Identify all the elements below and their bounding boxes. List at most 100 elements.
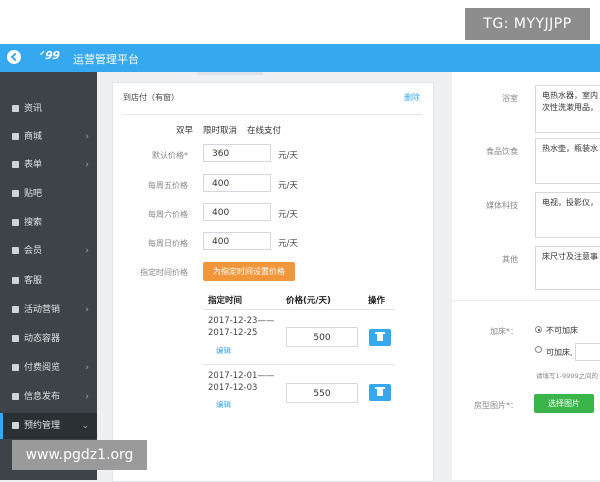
chevron-down-icon: ⌄ [81,421,89,431]
sidebar-item-search[interactable]: 搜索 [0,210,97,236]
table-header-action: 操作 [368,296,386,306]
watermark-top: TG: MYYJJPP [465,8,590,40]
field-label-media: 媒体科技 [486,201,518,210]
unit-label: 元/天 [278,210,298,220]
row-date-start: 2017-12-23—— [208,316,275,326]
row-price-input[interactable]: 550 [286,383,358,403]
sidebar-item-label: 付费阅览 [24,363,61,373]
field-label-extra-bed: 加床*： [490,327,518,336]
field-label-friday-price: 每周五价格 [148,181,188,190]
table-header-price: 价格(元/天) [286,296,331,306]
row-date-start: 2017-12-01—— [208,371,275,381]
other-textarea[interactable]: 床尺寸及注意事 [535,246,600,290]
field-label-bathroom: 浴室 [502,94,518,103]
app-title: 运营管理平台 [73,53,139,66]
edit-icon [12,422,19,429]
media-textarea[interactable]: 电视，投影仪， [535,192,600,238]
sidebar-item-label: 搜索 [24,218,43,228]
sidebar-item-publish[interactable]: 信息发布 › [0,384,97,410]
megaphone-icon [12,190,19,197]
radio-label-no-extra-bed: 不可加床 [546,326,578,335]
sidebar-item-label: 商城 [24,132,43,142]
chevron-right-icon: › [85,363,89,373]
option-breakfast: 双早 [176,126,194,136]
app-header: ᐟ𝟵𝟵 运营管理平台 [0,44,600,72]
card-tab-indicator [197,72,263,75]
field-label-room-image: 房型图片*： [474,401,518,410]
sidebar-item-paid-reading[interactable]: 付费阅览 › [0,355,97,381]
trash-icon[interactable] [369,329,391,346]
list-icon [12,105,19,112]
sidebar-item-forum[interactable]: 贴吧 [0,181,97,207]
trash-icon[interactable] [369,384,391,401]
row-price-input[interactable]: 500 [286,327,358,347]
default-price-input[interactable]: 360 [203,144,271,162]
unit-label: 元/天 [278,181,298,191]
edit-link[interactable]: 编辑 [216,345,231,356]
delete-link[interactable]: 删除 [404,92,420,103]
chevron-right-icon: › [85,246,89,256]
friday-price-input[interactable]: 400 [203,174,271,192]
textarea-line: 次性洗漱用品， [542,103,598,112]
textarea-line: 床尺寸及注意事 [542,252,598,261]
saturday-price-input[interactable]: 400 [203,203,271,221]
field-label-food: 食品饮食 [486,147,518,156]
divider [123,114,423,115]
edit-link[interactable]: 编辑 [216,399,231,410]
chevron-right-icon: › [85,305,89,315]
sidebar-item-label: 活动营销 [24,305,61,315]
sidebar-item-support[interactable]: 客服 [0,268,97,294]
card-title: 到店付（有窗） [123,93,179,102]
price-card [112,82,434,482]
sidebar-item-booking[interactable]: 预约管理 ⌄ [0,413,97,439]
sidebar-item-label: 资讯 [24,104,43,114]
edit-icon [12,393,19,400]
textarea-line: 电热水器，室内 [542,91,598,100]
sidebar: 资讯 商城 › 表单 › 贴吧 搜索 会员 › 客服 活动营销 › 动态容器 付费阅览 ›… [0,72,97,480]
watermark-bottom: www.pgdz1.org [12,440,147,470]
textarea-line: 热水壶，瓶装水 [542,144,598,153]
table-divider [203,309,395,310]
field-label-other: 其他 [502,255,518,264]
option-payment: 在线支付 [247,126,282,136]
radio-no-extra-bed[interactable] [535,326,542,333]
choose-image-button[interactable]: 选择图片 [534,394,594,413]
sidebar-item-dynamic-container[interactable]: 动态容器 [0,326,97,352]
table-divider [203,364,395,365]
table-header-date: 指定时间 [208,296,243,306]
sidebar-item-news[interactable]: 资讯 [0,96,97,122]
search-icon [12,219,19,226]
radio-extra-bed[interactable] [535,346,542,353]
chevron-right-icon: › [85,160,89,170]
chat-icon [12,277,19,284]
sidebar-item-forms[interactable]: 表单 › [0,152,97,178]
sunday-price-input[interactable]: 400 [203,232,271,250]
field-label-default-price: 默认价格* [152,151,188,160]
sidebar-item-mall[interactable]: 商城 › [0,124,97,150]
book-icon [12,364,19,371]
field-label-sunday-price: 每周日价格 [148,239,188,248]
food-textarea[interactable]: 热水壶，瓶装水 [535,138,600,184]
option-cancel: 限时取消 [203,126,238,136]
radio-label-extra-bed: 可加床, [546,348,573,357]
sidebar-item-label: 信息发布 [24,392,61,402]
chevron-right-icon: › [85,132,89,142]
textarea-line: 电视，投影仪， [542,198,598,207]
sidebar-item-members[interactable]: 会员 › [0,238,97,264]
sidebar-item-label: 动态容器 [24,334,61,344]
bookmark-icon [12,306,19,313]
container-icon [12,335,19,342]
divider [452,300,600,301]
cart-icon [12,133,19,140]
field-label-saturday-price: 每周六价格 [148,210,188,219]
set-special-price-button[interactable]: 为指定时间设置价格 [203,262,295,281]
user-icon [12,247,19,254]
unit-label: 元/天 [278,151,298,161]
row-date-end: 2017-12-03 [208,383,258,393]
form-icon [12,161,19,168]
back-icon[interactable] [7,50,21,64]
bathroom-textarea[interactable]: 电热水器，室内 次性洗漱用品， [535,85,600,133]
sidebar-item-label: 表单 [24,160,43,170]
sidebar-item-marketing[interactable]: 活动营销 › [0,297,97,323]
extra-bed-price-input[interactable] [575,343,600,361]
